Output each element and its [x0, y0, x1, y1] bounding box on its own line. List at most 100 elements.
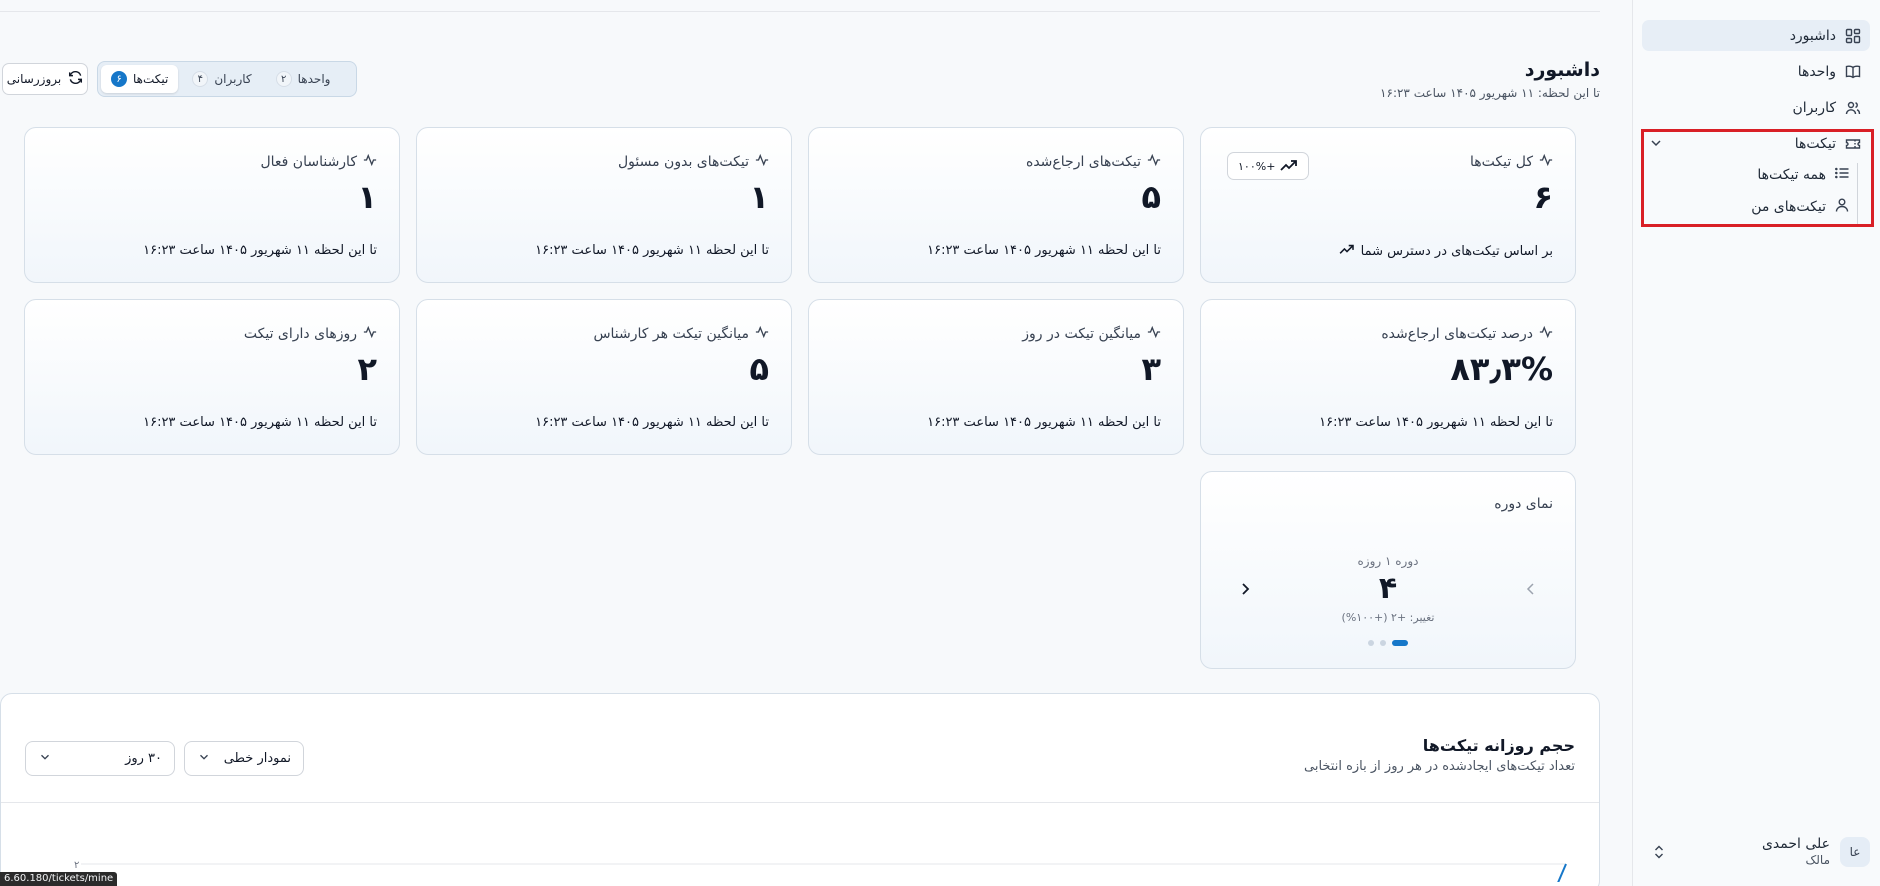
sidebar-item-label: کاربران	[1792, 99, 1836, 116]
stat-card-days-with-tickets: روزهای دارای تیکت ۲ تا این لحظه ۱۱ شهریو…	[24, 299, 400, 455]
refresh-label: بروزرسانی	[6, 72, 62, 86]
trend-badge: +۱۰۰%	[1227, 152, 1310, 180]
user-name: علی احمدی	[1761, 836, 1830, 852]
stat-footnote: تا این لحظه ۱۱ شهریور ۱۴۰۵ ساعت ۱۶:۲۳	[143, 243, 377, 258]
activity-icon	[363, 325, 377, 343]
stat-card-assigned-tickets: تیکت‌های ارجاع‌شده ۵ تا این لحظه ۱۱ شهری…	[808, 127, 1184, 283]
chart-subtitle: تعداد تیکت‌های ایجادشده در هر روز از باز…	[1304, 759, 1575, 774]
stat-label-text: کارشناسان فعال	[260, 154, 357, 170]
count-badge: ۶	[111, 71, 127, 87]
activity-icon	[1147, 153, 1161, 171]
period-change: تغییر: +۲ (+۱۰۰%)	[1341, 611, 1435, 624]
stat-label-text: میانگین تیکت در روز	[1022, 326, 1141, 342]
period-value: ۴	[1378, 571, 1398, 606]
count-badge: ۴	[192, 71, 209, 87]
line-chart: ۲	[74, 860, 1567, 882]
stat-footnote: بر اساس تیکت‌های در دسترس شما	[1339, 243, 1553, 259]
stat-label: میانگین تیکت هر کارشناس	[593, 325, 769, 343]
dashboard-icon	[1844, 27, 1862, 45]
trending-up-icon	[1280, 158, 1298, 175]
stat-value: ۶	[1533, 178, 1553, 216]
range-select[interactable]: ۳۰ روز	[25, 741, 175, 776]
count-badge: ۲	[275, 71, 292, 87]
activity-icon	[363, 153, 377, 171]
carousel-dot[interactable]	[1368, 640, 1374, 646]
page-title: داشبورد	[1524, 59, 1600, 81]
stat-footnote-text: بر اساس تیکت‌های در دسترس شما	[1360, 243, 1553, 259]
stat-footnote: تا این لحظه ۱۱ شهریور ۱۴۰۵ ساعت ۱۶:۲۳	[927, 415, 1161, 430]
y-tick-label: ۲	[74, 860, 79, 871]
tab-label: کاربران	[214, 72, 252, 86]
stat-label: درصد تیکت‌های ارجاع‌شده	[1381, 325, 1553, 343]
select-value: نمودار خطی	[223, 751, 291, 766]
stat-label: تیکت‌های ارجاع‌شده	[1026, 153, 1161, 171]
stat-footnote: تا این لحظه ۱۱ شهریور ۱۴۰۵ ساعت ۱۶:۲۳	[535, 415, 769, 430]
tab-units[interactable]: واحدها ۲	[266, 65, 341, 93]
activity-icon	[1539, 325, 1553, 343]
sidebar-item-units[interactable]: واحدها	[1642, 56, 1870, 87]
user-info: علی احمدی مالک	[1762, 836, 1830, 868]
select-value: ۳۰ روز	[125, 751, 162, 766]
tab-users[interactable]: کاربران ۴	[182, 65, 261, 93]
stat-value: ۲	[357, 350, 377, 388]
activity-icon	[755, 325, 769, 343]
stat-value: ۵	[749, 350, 769, 388]
stat-card-active-agents: کارشناسان فعال ۱ تا این لحظه ۱۱ شهریور ۱…	[24, 127, 400, 283]
top-divider	[0, 11, 1600, 12]
stat-card-unassigned-tickets: تیکت‌های بدون مسئول ۱ تا این لحظه ۱۱ شهر…	[416, 127, 792, 283]
stat-value: ۱	[749, 178, 769, 216]
daily-volume-chart-panel: حجم روزانه تیکت‌ها تعداد تیکت‌های ایجادش…	[0, 693, 1600, 886]
users-icon	[1844, 99, 1862, 117]
stat-label-text: درصد تیکت‌های ارجاع‌شده	[1381, 326, 1533, 342]
period-view-card: نمای دوره دوره ۱ روزه ۴ تغییر: +۲ (+۱۰۰%…	[1200, 471, 1576, 669]
trend-value: +۱۰۰%	[1238, 159, 1276, 173]
carousel-dot-active[interactable]	[1392, 640, 1408, 646]
chart-divider	[1, 802, 1599, 803]
chevron-down-icon	[197, 750, 211, 768]
activity-icon	[1539, 153, 1553, 171]
stat-label-text: تیکت‌های بدون مسئول	[617, 154, 749, 170]
stat-label-text: میانگین تیکت هر کارشناس	[593, 326, 749, 342]
sidebar: داشبورد واحدها کاربران تیکت‌ها همه تیکت‌…	[1632, 0, 1880, 886]
stat-card-avg-per-day: میانگین تیکت در روز ۳ تا این لحظه ۱۱ شهر…	[808, 299, 1184, 455]
stat-value: ۱	[357, 178, 377, 216]
tab-label: تیکت‌ها	[133, 72, 169, 86]
stat-card-assigned-percent: درصد تیکت‌های ارجاع‌شده ۸۳٫۳% تا این لحظ…	[1200, 299, 1576, 455]
stat-label-text: روزهای دارای تیکت	[243, 326, 357, 342]
period-title: نمای دوره	[1494, 496, 1553, 512]
carousel-dot[interactable]	[1380, 640, 1386, 646]
stat-card-total-tickets: کل تیکت‌ها ۶ +۱۰۰% بر اساس تیکت‌های در د…	[1200, 127, 1576, 283]
chart-series-line	[1557, 863, 1567, 882]
page-subtitle: تا این لحظه: ۱۱ شهریور ۱۴۰۵ ساعت ۱۶:۲۳	[1380, 86, 1600, 100]
chart-type-select[interactable]: نمودار خطی	[184, 741, 304, 776]
chevrons-up-down-icon	[1652, 844, 1666, 860]
selection-highlight-box	[1641, 129, 1874, 227]
status-bar-url: 6.60.180/tickets/mine	[0, 872, 118, 886]
stat-value: ۵	[1141, 178, 1161, 216]
refresh-icon	[68, 70, 83, 88]
stat-label: کارشناسان فعال	[260, 153, 377, 171]
tab-tickets[interactable]: تیکت‌ها ۶	[101, 65, 179, 93]
chart-title: حجم روزانه تیکت‌ها	[1422, 736, 1575, 755]
entity-tabs: تیکت‌ها ۶ کاربران ۴ واحدها ۲	[97, 61, 357, 97]
stat-footnote: تا این لحظه ۱۱ شهریور ۱۴۰۵ ساعت ۱۶:۲۳	[535, 243, 769, 258]
stat-label: روزهای دارای تیکت	[244, 325, 377, 343]
stat-footnote: تا این لحظه ۱۱ شهریور ۱۴۰۵ ساعت ۱۶:۲۳	[927, 243, 1161, 258]
user-role: مالک	[1805, 853, 1830, 867]
activity-icon	[1147, 325, 1161, 343]
stat-label: کل تیکت‌ها	[1470, 153, 1553, 171]
stat-label-text: کل تیکت‌ها	[1470, 154, 1533, 170]
sidebar-item-label: داشبورد	[1789, 27, 1836, 44]
refresh-button[interactable]: بروزرسانی	[2, 63, 88, 95]
user-menu[interactable]: عا علی احمدی مالک	[1642, 828, 1870, 876]
stat-value: ۸۳٫۳%	[1450, 350, 1553, 388]
sidebar-item-label: واحدها	[1797, 63, 1836, 80]
activity-icon	[755, 153, 769, 171]
sidebar-item-users[interactable]: کاربران	[1642, 92, 1870, 123]
sidebar-item-dashboard[interactable]: داشبورد	[1642, 20, 1870, 51]
book-icon	[1844, 63, 1862, 81]
tab-label: واحدها	[297, 72, 331, 86]
stat-label-text: تیکت‌های ارجاع‌شده	[1026, 154, 1141, 170]
period-label: دوره ۱ روزه	[1357, 554, 1419, 568]
chevron-down-icon	[38, 750, 52, 768]
